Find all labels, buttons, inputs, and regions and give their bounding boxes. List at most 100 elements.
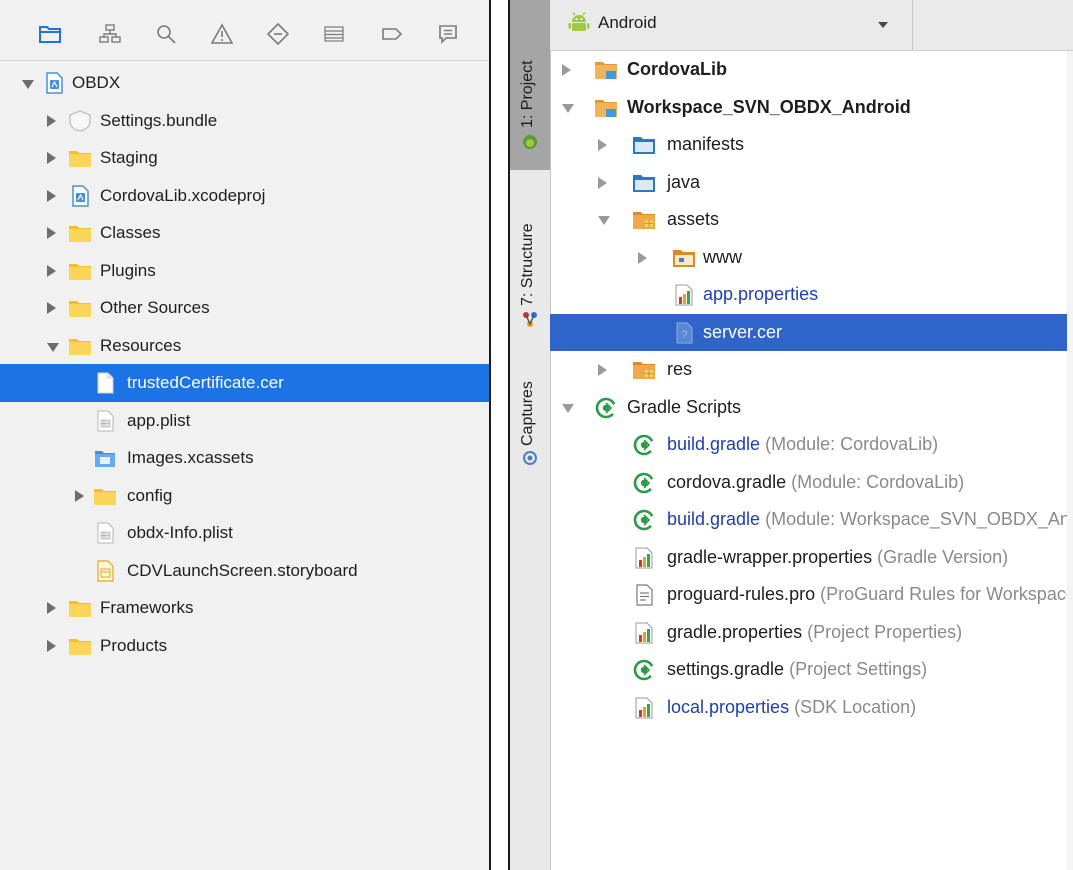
disclosure-closed-icon[interactable] [47,114,56,127]
tree-row[interactable]: res [550,351,1073,389]
report-bubble-icon[interactable] [436,22,460,46]
tree-row[interactable]: Classes [0,214,489,252]
tree-row[interactable]: Plugins [0,252,489,290]
tree-row[interactable]: Workspace_SVN_OBDX_Android [550,89,1073,127]
tree-row-label: gradle.properties (Project Properties) [667,622,962,643]
file-description: (Project Properties) [802,621,963,642]
tree-row[interactable]: Other Sources [0,289,489,327]
tree-row[interactable]: java [550,164,1073,202]
disclosure-closed-icon[interactable] [47,602,56,614]
module-folder-icon [594,97,618,119]
tree-scrollbar[interactable] [1067,51,1073,870]
disclosure-closed-icon[interactable] [47,189,56,202]
disclosure-closed-icon[interactable] [47,227,56,239]
tree-row[interactable]: Resources [0,327,489,365]
warning-icon[interactable] [210,22,234,46]
tree-row[interactable]: Settings.bundle [0,102,489,140]
disclosure-closed-icon[interactable] [562,64,571,76]
tree-row[interactable]: Gradle Scripts [550,389,1073,427]
android-file-tree: CordovaLib Workspace_SVN_OBDX_Androidmani… [550,51,1073,726]
disclosure-closed-icon[interactable] [598,139,607,151]
folder-icon [68,335,92,357]
tree-row[interactable]: build.gradle (Module: CordovaLib) [550,426,1073,464]
disclosure-closed-icon[interactable] [47,152,56,164]
disclosure-open-icon[interactable] [562,403,574,413]
tree-row[interactable]: CordovaLib [550,51,1073,89]
tab-captures[interactable]: Captures [510,346,550,476]
tree-row-label: Plugins [100,260,156,280]
tree-row[interactable]: www [550,239,1073,277]
tree-row-label: Gradle Scripts [627,397,741,418]
tree-row[interactable]: CDVLaunchScreen.storyboard [0,552,489,590]
tree-row-label: res [667,359,692,380]
disclosure-open-icon[interactable] [22,80,34,89]
tab-structure[interactable]: 7: Structure [510,176,550,336]
tree-row[interactable]: ? server.cer [550,313,1073,351]
tree-row-label: Other Sources [100,298,210,317]
file-name: settings.gradle [667,659,785,679]
project-view-toolbar: Android [550,0,1073,51]
tree-row[interactable]: Frameworks [0,589,489,627]
tree-row[interactable]: manifests [550,126,1073,164]
file-name: Workspace_SVN_OBDX_Android [627,96,911,117]
xcode-project-navigator: OBDX Settings.bundle Staging CordovaLib.xco… [0,0,491,870]
tree-row[interactable]: Staging [0,139,489,177]
disclosure-closed-icon[interactable] [47,264,56,277]
tree-row[interactable]: assets [550,201,1073,239]
tree-row[interactable]: gradle-wrapper.properties (Gradle Versio… [550,539,1073,577]
disclosure-open-icon[interactable] [598,216,610,225]
tree-row[interactable]: trustedCertificate.cer [0,364,489,402]
folder-icon[interactable] [38,22,62,46]
file-name: build.gradle [667,434,761,454]
tree-row[interactable]: local.properties (SDK Location) [550,689,1073,727]
disclosure-closed-icon[interactable] [47,302,56,314]
file-name: res [667,359,693,379]
tree-row[interactable]: CordovaLib.xcodeproj [0,177,489,215]
tree-row[interactable]: cordova.gradle (Module: CordovaLib) [550,464,1073,502]
file-name: java [667,171,701,192]
search-icon[interactable] [154,22,178,46]
debug-list-icon[interactable] [322,22,346,46]
tree-row[interactable]: proguard-rules.pro (ProGuard Rules for W… [550,576,1073,614]
tree-row-label: java [667,172,700,193]
hierarchy-icon[interactable] [98,22,122,46]
tree-row[interactable]: obdx-Info.plist [0,514,489,552]
tree-row[interactable]: build.gradle (Module: Workspace_SVN_OBDX… [550,501,1073,539]
tool-window-sidebar: 1: Project 7: Structure Captures [510,0,551,870]
properties-icon [632,697,656,719]
disclosure-closed-icon[interactable] [638,251,647,264]
tree-row-label: CordovaLib.xcodeproj [100,185,266,205]
tree-row[interactable]: config [0,477,489,515]
disclosure-closed-icon[interactable] [598,364,607,376]
file-description: (Module: CordovaLib) [760,434,939,454]
disclosure-closed-icon[interactable] [75,489,84,502]
blue-folder-icon [632,134,656,156]
tree-row[interactable]: OBDX [0,64,489,102]
tree-row-label: Images.xcassets [127,448,254,467]
project-view-dropdown-label: Android [598,13,657,32]
tab-project[interactable]: 1: Project [510,0,550,170]
tree-row-label: settings.gradle (Project Settings) [667,659,927,680]
tree-row[interactable]: gradle.properties (Project Properties) [550,614,1073,652]
disclosure-open-icon[interactable] [562,103,574,113]
disclosure-closed-icon[interactable] [598,176,607,189]
resource-folder-icon [632,209,656,231]
plist-icon [93,522,117,544]
navigator-toolbar [0,0,489,61]
tree-row[interactable]: app.properties [550,276,1073,314]
tree-row[interactable]: settings.gradle (Project Settings) [550,651,1073,689]
disclosure-closed-icon[interactable] [47,639,56,652]
tree-row[interactable]: Images.xcassets [0,439,489,477]
test-diamond-icon[interactable] [266,22,290,46]
folder-icon [68,597,92,619]
project-view-dropdown[interactable]: Android [568,8,906,38]
tree-row-label: OBDX [72,73,121,92]
tree-row[interactable]: app.plist [0,402,489,440]
tree-row[interactable]: Products [0,627,489,665]
gradle-icon [594,397,618,419]
file-name: assets [667,209,720,229]
breakpoint-tag-icon[interactable] [380,22,404,46]
disclosure-open-icon[interactable] [47,342,59,352]
tree-row-label: Classes [100,223,161,242]
toolbar-divider [912,0,913,50]
